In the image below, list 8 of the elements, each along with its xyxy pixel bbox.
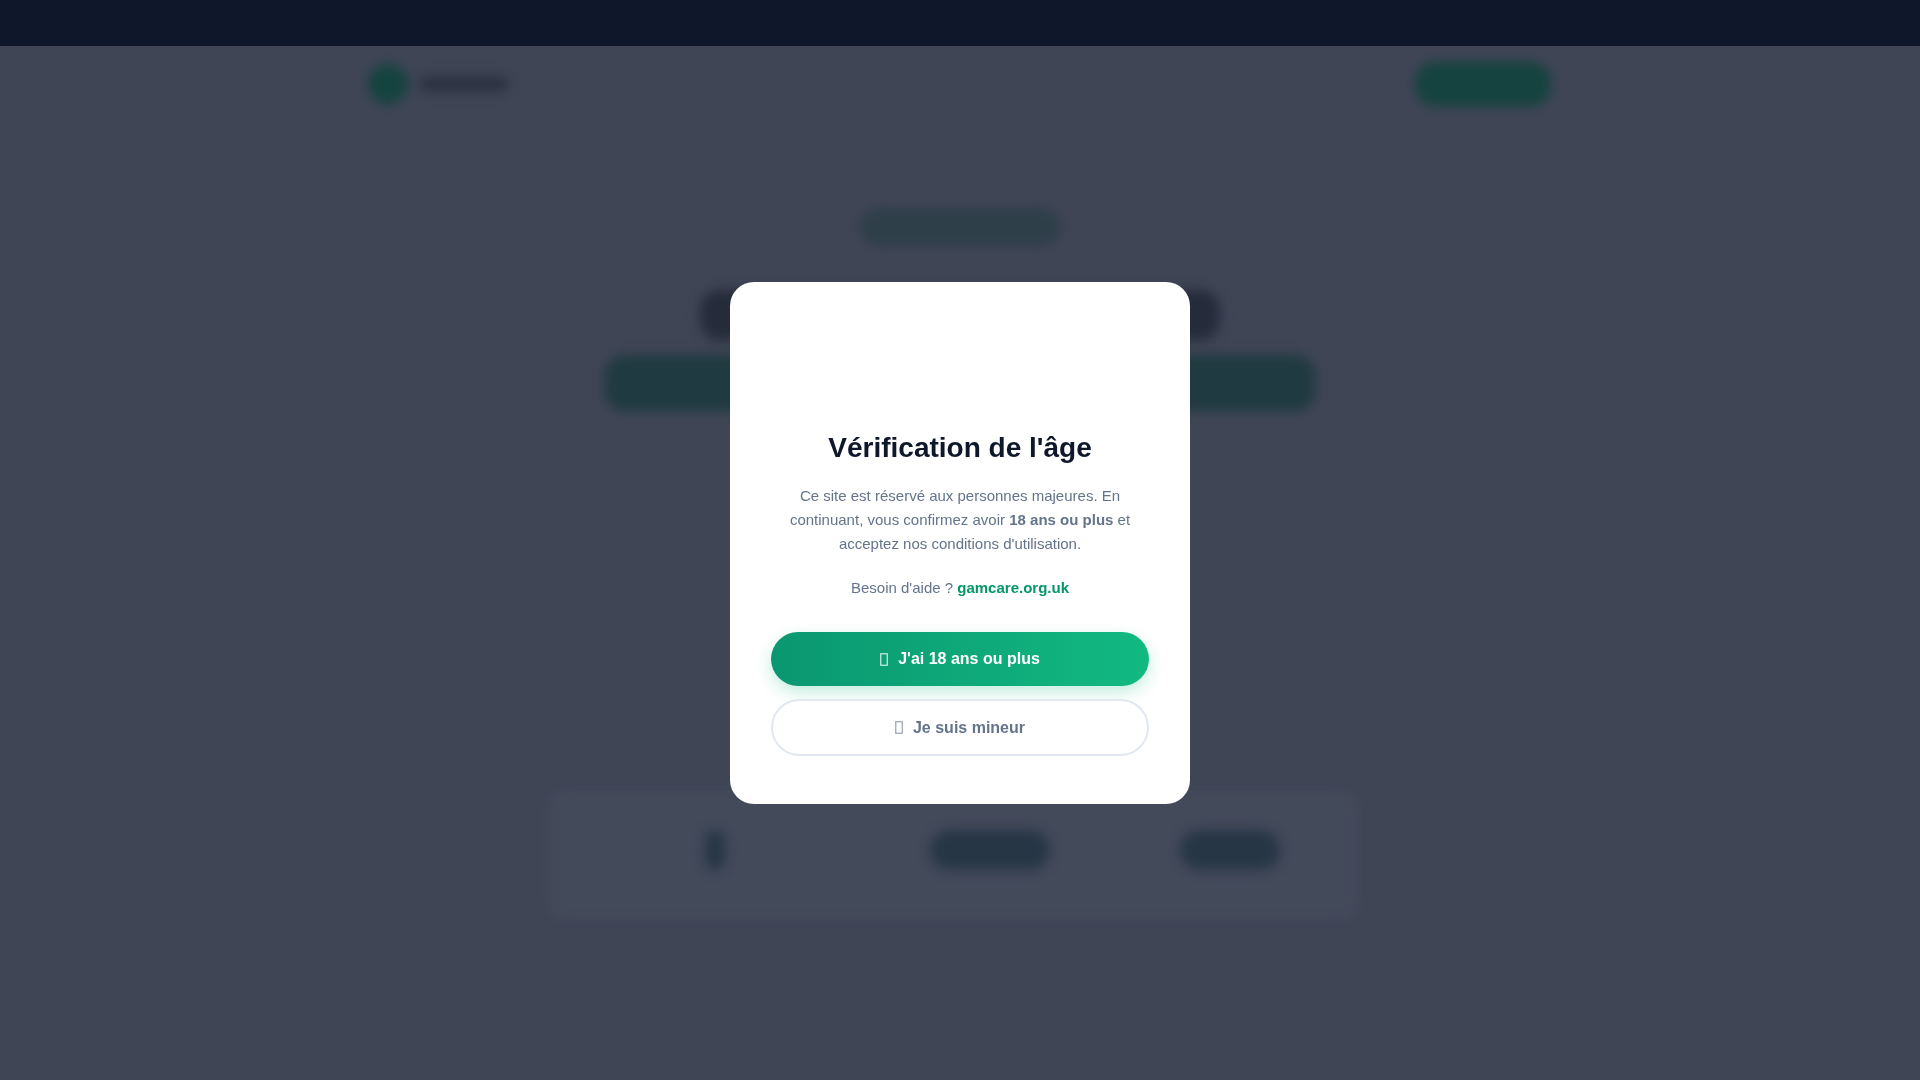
confirm-age-button[interactable]: J'ai 18 ans ou plus — [771, 632, 1149, 686]
missing-glyph-icon — [894, 721, 903, 734]
help-label: Besoin d'aide ? — [851, 579, 954, 596]
help-link[interactable]: gamcare.org.uk — [957, 579, 1069, 596]
missing-glyph-icon — [880, 652, 889, 666]
minor-button[interactable]: Je suis mineur — [771, 699, 1149, 756]
dialog-message: Ce site est réservé aux personnes majeures. En continuant, vous confirmez avoir 18 ans ou plus et acceptez nos conditions d'utilisation. — [788, 486, 1132, 554]
dialog-title: Vérification de l'âge — [828, 432, 1092, 464]
